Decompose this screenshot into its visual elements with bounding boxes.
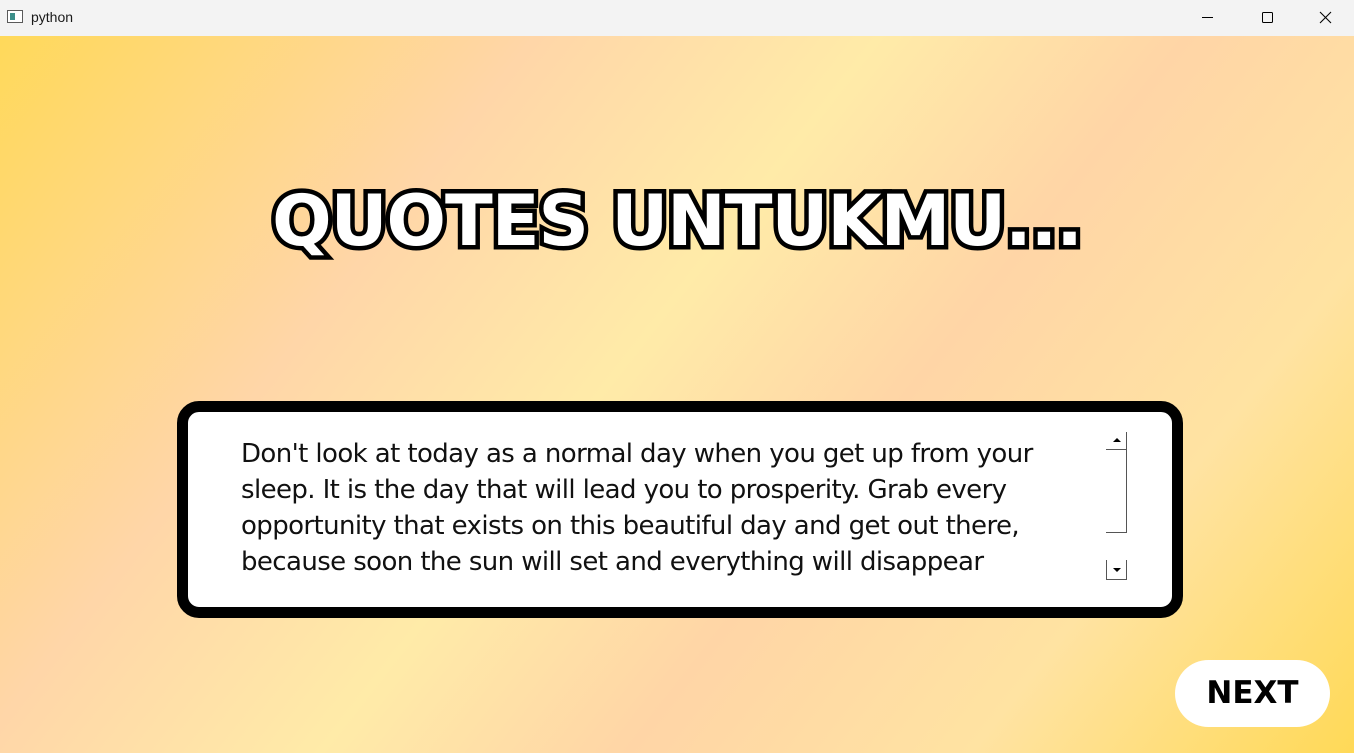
minimize-icon xyxy=(1202,17,1213,18)
close-button[interactable] xyxy=(1297,0,1354,36)
app-window: python QUOTES UNTUKMU... Don't look at t… xyxy=(0,0,1354,753)
quote-scrollbar[interactable] xyxy=(1106,432,1128,582)
python-app-icon xyxy=(7,10,23,23)
minimize-button[interactable] xyxy=(1179,0,1237,36)
page-heading: QUOTES UNTUKMU... xyxy=(268,176,1088,267)
close-icon xyxy=(1319,11,1332,24)
quote-text: Don't look at today as a normal day when… xyxy=(241,439,1033,577)
scroll-up-arrow-icon[interactable] xyxy=(1106,432,1127,450)
window-title: python xyxy=(31,9,74,25)
scroll-down-arrow-icon[interactable] xyxy=(1106,560,1127,580)
quote-text-area[interactable]: Don't look at today as a normal day when… xyxy=(177,401,1183,618)
title-bar[interactable]: python xyxy=(0,0,1354,36)
maximize-button[interactable] xyxy=(1238,0,1296,36)
next-button[interactable]: NEXT xyxy=(1175,660,1330,727)
main-canvas: QUOTES UNTUKMU... Don't look at today as… xyxy=(0,36,1354,753)
scroll-thumb[interactable] xyxy=(1106,450,1127,533)
maximize-icon xyxy=(1262,12,1273,23)
